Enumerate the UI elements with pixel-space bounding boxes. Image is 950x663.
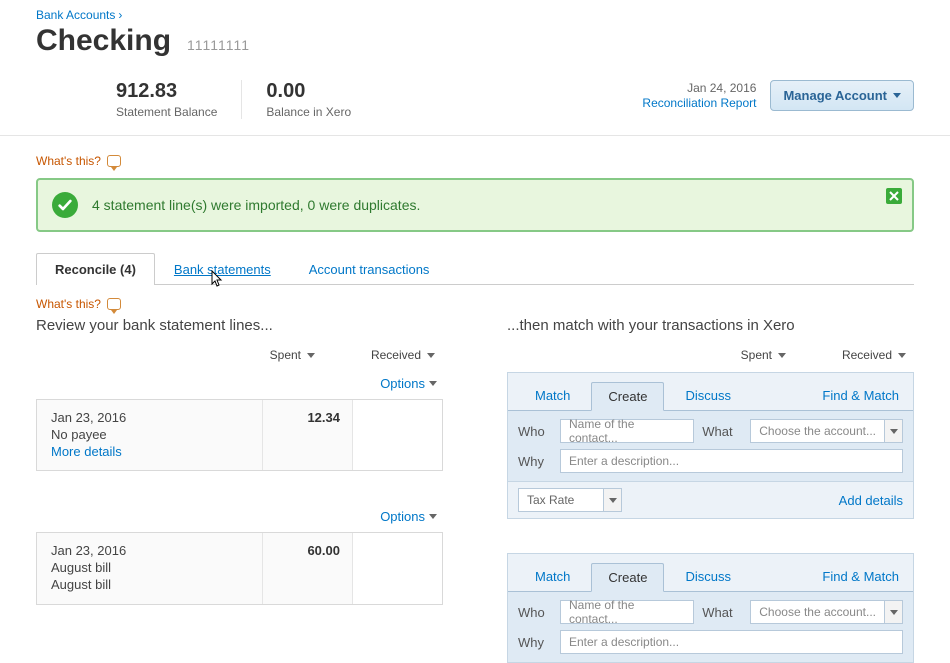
tab-bank-statements[interactable]: Bank statements (155, 253, 290, 285)
breadcrumb-parent[interactable]: Bank Accounts (36, 8, 115, 22)
tab-account-transactions[interactable]: Account transactions (290, 253, 449, 285)
why-label: Why (518, 635, 552, 650)
tab-match[interactable]: Match (518, 562, 587, 591)
why-input[interactable]: Enter a description... (560, 449, 903, 473)
sort-spent-right[interactable]: Spent (706, 348, 786, 362)
page-title: Checking (36, 24, 171, 58)
as-of-date: Jan 24, 2016 (642, 81, 756, 95)
import-success-alert: 4 statement line(s) were imported, 0 wer… (36, 178, 914, 232)
tab-create[interactable]: Create (591, 382, 664, 411)
find-and-match-link[interactable]: Find & Match (822, 569, 899, 584)
whats-this-link-top[interactable]: What's this? (36, 154, 914, 168)
match-title: ...then match with your transactions in … (507, 317, 914, 334)
speech-bubble-icon (107, 298, 121, 310)
who-input[interactable]: Name of the contact... (560, 419, 694, 443)
reconciliation-report-link[interactable]: Reconciliation Report (642, 96, 756, 110)
statement-lines-title: Review your bank statement lines... (36, 317, 443, 334)
why-label: Why (518, 454, 552, 469)
create-card: Match Create Discuss Find & Match Who Na… (507, 372, 914, 519)
match-column: ...then match with your transactions in … (507, 317, 914, 663)
what-label: What (702, 424, 742, 439)
tab-discuss[interactable]: Discuss (668, 381, 748, 410)
statement-balance-label: Statement Balance (116, 105, 217, 119)
alert-message: 4 statement line(s) were imported, 0 wer… (92, 197, 420, 213)
options-link[interactable]: Options (380, 376, 437, 391)
more-details-link[interactable]: More details (51, 444, 122, 459)
why-input[interactable]: Enter a description... (560, 630, 903, 654)
caret-down-icon (893, 93, 901, 98)
statement-line: Jan 23, 2016 August bill August bill 60.… (36, 532, 443, 605)
sort-received[interactable]: Received (355, 348, 435, 362)
find-and-match-link[interactable]: Find & Match (822, 388, 899, 403)
close-alert-button[interactable] (886, 188, 902, 204)
caret-down-icon (898, 353, 906, 358)
main-tabs: Reconcile (4) Bank statements Account tr… (36, 252, 914, 285)
what-label: What (702, 605, 742, 620)
options-link[interactable]: Options (380, 509, 437, 524)
statement-received (352, 533, 442, 604)
statement-lines-column: Review your bank statement lines... Spen… (36, 317, 443, 663)
statement-payee: August bill (51, 560, 248, 575)
summary-bar: 912.83 Statement Balance 0.00 Balance in… (0, 66, 950, 136)
manage-account-label: Manage Account (783, 88, 887, 103)
caret-down-icon (603, 489, 621, 511)
statement-date: Jan 23, 2016 (51, 543, 248, 558)
account-number: 11111111 (187, 37, 250, 53)
who-input[interactable]: Name of the contact... (560, 600, 694, 624)
balance-in-xero-value: 0.00 (266, 80, 351, 103)
manage-account-button[interactable]: Manage Account (770, 80, 914, 111)
chevron-right-icon: › (118, 8, 122, 22)
check-circle-icon (52, 192, 78, 218)
caret-down-icon (884, 601, 902, 623)
what-select[interactable]: Choose the account... (750, 600, 903, 624)
caret-down-icon (307, 353, 315, 358)
tab-match[interactable]: Match (518, 381, 587, 410)
whats-this-link-sub[interactable]: What's this? (36, 297, 914, 311)
breadcrumb: Bank Accounts› (36, 8, 914, 22)
sort-received-right[interactable]: Received (826, 348, 906, 362)
tab-discuss[interactable]: Discuss (668, 562, 748, 591)
tax-rate-select[interactable]: Tax Rate (518, 488, 622, 512)
statement-payee: No payee (51, 427, 248, 442)
statement-date: Jan 23, 2016 (51, 410, 248, 425)
statement-desc: August bill (51, 577, 248, 592)
balance-in-xero-label: Balance in Xero (266, 105, 351, 119)
create-card: Match Create Discuss Find & Match Who Na… (507, 553, 914, 663)
statement-received (352, 400, 442, 470)
who-label: Who (518, 424, 552, 439)
caret-down-icon (427, 353, 435, 358)
caret-down-icon (884, 420, 902, 442)
sort-spent[interactable]: Spent (235, 348, 315, 362)
statement-line: Jan 23, 2016 No payee More details 12.34 (36, 399, 443, 471)
statement-spent: 12.34 (262, 400, 352, 470)
what-select[interactable]: Choose the account... (750, 419, 903, 443)
who-label: Who (518, 605, 552, 620)
tab-create[interactable]: Create (591, 563, 664, 592)
caret-down-icon (429, 381, 437, 386)
statement-spent: 60.00 (262, 533, 352, 604)
add-details-link[interactable]: Add details (839, 493, 903, 508)
caret-down-icon (429, 514, 437, 519)
caret-down-icon (778, 353, 786, 358)
statement-balance-value: 912.83 (116, 80, 217, 103)
tab-reconcile[interactable]: Reconcile (4) (36, 253, 155, 285)
speech-bubble-icon (107, 155, 121, 167)
